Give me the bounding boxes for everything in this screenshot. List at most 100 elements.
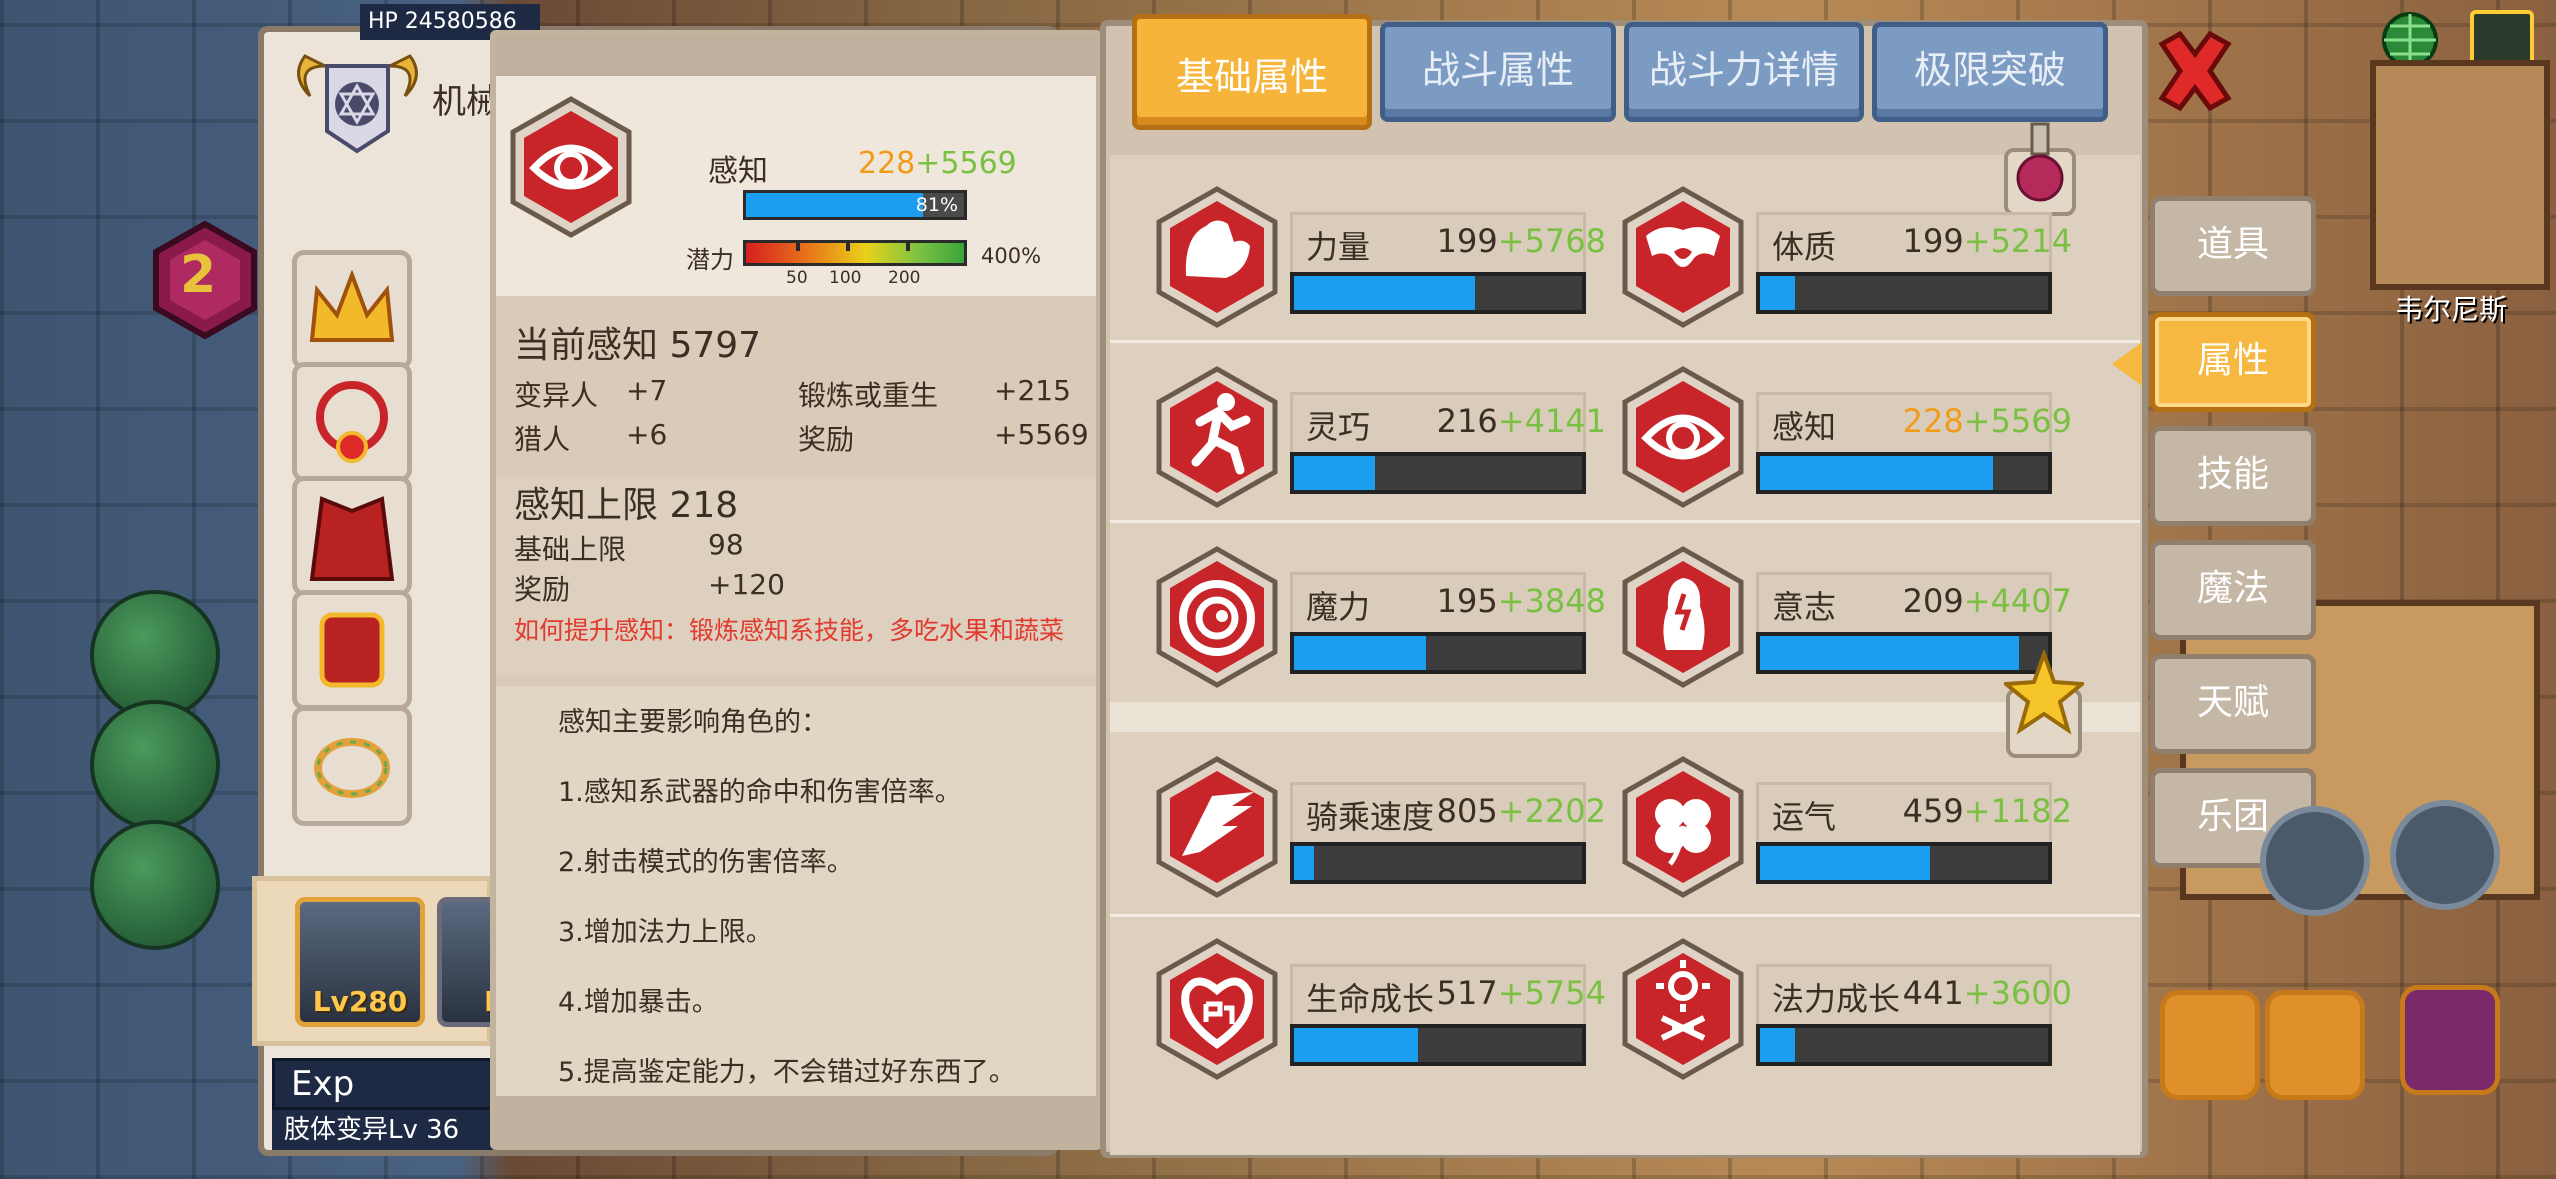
attribute-bar-fill — [1760, 636, 2020, 670]
attribute-value: 228+5569 — [1903, 402, 2072, 440]
hero-portrait[interactable]: Lv280 — [295, 897, 425, 1027]
attribute-value: 199+5214 — [1903, 222, 2072, 260]
attribute-bonus: +3600 — [1963, 974, 2072, 1012]
perception-icon — [510, 96, 632, 238]
chest-icon[interactable] — [2265, 990, 2365, 1100]
attribute-base: 805 — [1436, 792, 1498, 830]
attribute-value: 216+4141 — [1437, 402, 1606, 440]
attribute-bar — [1756, 272, 2052, 314]
will-icon[interactable] — [1622, 546, 1744, 688]
potential-label: 潜力 — [686, 246, 734, 274]
attribute-label: 运气 — [1772, 798, 1837, 836]
equip-slot-ring[interactable] — [292, 706, 412, 826]
attribute-value: 517+5754 — [1437, 974, 1606, 1012]
attribute-bar-fill — [1294, 1028, 1418, 1062]
attribute-bonus: +3848 — [1497, 582, 1606, 620]
chest-icon[interactable] — [2160, 990, 2260, 1100]
star-icon[interactable] — [2004, 650, 2084, 760]
side-menu-magic[interactable]: 魔法 — [2150, 540, 2316, 640]
description-title: 感知主要影响角色的： — [558, 707, 828, 738]
equip-slot-necklace[interactable] — [292, 362, 412, 482]
necklace-icon — [316, 381, 388, 463]
life-growth-icon[interactable] — [1156, 938, 1278, 1080]
level-badge-number: 2 — [180, 245, 217, 305]
current-stat-title: 当前感知 5797 — [514, 325, 762, 366]
attribute-bar — [1290, 272, 1586, 314]
gauntlet-icon — [319, 612, 385, 688]
source-label: 锻炼或重生 — [798, 379, 939, 412]
rank-badge-icon — [297, 54, 418, 154]
constitution-icon[interactable] — [1622, 186, 1744, 328]
attribute-value: 209+4407 — [1903, 582, 2072, 620]
tooltip-stat-name: 感知 — [708, 154, 768, 189]
potion-icon[interactable] — [2004, 120, 2076, 216]
attribute-label: 骑乘速度 — [1306, 798, 1435, 836]
tooltip-progress-fill — [746, 193, 923, 217]
perception-icon[interactable] — [1622, 366, 1744, 508]
attribute-bonus: +5569 — [1963, 402, 2072, 440]
stat-tooltip: 感知 228+5569 81% 潜力 400% 50 100 200 当前感知 … — [490, 30, 1102, 1150]
tab-combat-attributes[interactable]: 战斗属性 — [1380, 22, 1616, 122]
tooltip-progress-bar: 81% — [743, 190, 967, 220]
attribute-bar-fill — [1294, 456, 1375, 490]
row-separator — [1110, 520, 2140, 523]
stat-base: 228 — [858, 146, 916, 181]
potential-tick — [846, 241, 850, 251]
side-menu-pointer — [2112, 342, 2142, 386]
attribute-bar-fill — [1760, 456, 1994, 490]
tree-sprite — [90, 820, 220, 950]
source-value: +6 — [626, 418, 668, 451]
side-menu-skills[interactable]: 技能 — [2150, 426, 2316, 526]
action-button[interactable] — [2260, 806, 2370, 916]
tree-sprite — [90, 700, 220, 830]
riding-icon[interactable] — [1156, 756, 1278, 898]
source-value: +215 — [994, 374, 1071, 407]
attribute-base: 209 — [1902, 582, 1964, 620]
luck-icon[interactable] — [1622, 756, 1744, 898]
source-label: 变异人 — [514, 379, 599, 412]
attribute-base: 441 — [1902, 974, 1964, 1012]
equip-slot-helmet[interactable] — [292, 250, 412, 370]
magic-icon[interactable] — [1156, 546, 1278, 688]
limit-label: 基础上限 — [514, 533, 627, 566]
equip-slot-armor[interactable] — [292, 476, 412, 596]
tab-combat-power-details[interactable]: 战斗力详情 — [1624, 22, 1864, 122]
favorite-star-icon[interactable] — [2390, 800, 2500, 910]
attribute-base: 228 — [1902, 402, 1964, 440]
strength-icon[interactable] — [1156, 186, 1278, 328]
attribute-bar — [1290, 452, 1586, 494]
attribute-label: 生命成长 — [1306, 980, 1435, 1018]
equip-slot-gloves[interactable] — [292, 590, 412, 710]
attribute-bar — [1290, 842, 1586, 884]
attribute-bar — [1756, 1024, 2052, 1066]
tooltip-stat-value: 228+5569 — [858, 146, 1017, 181]
source-label: 奖励 — [798, 423, 855, 456]
side-menu-attributes[interactable]: 属性 — [2150, 312, 2316, 412]
source-value: +5569 — [994, 418, 1089, 451]
row-separator — [1110, 340, 2140, 343]
location-name: 韦尔尼斯 — [2395, 293, 2508, 326]
source-label: 猎人 — [514, 423, 571, 456]
attribute-bar — [1756, 842, 2052, 884]
tab-basic-attributes[interactable]: 基础属性 — [1132, 14, 1372, 130]
attribute-label: 法力成长 — [1772, 980, 1901, 1018]
side-menu-talent[interactable]: 天赋 — [2150, 654, 2316, 754]
potential-tick-label: 50 — [786, 268, 808, 288]
stat-limit-title: 感知上限 218 — [514, 485, 739, 526]
tab-limit-break[interactable]: 极限突破 — [1872, 22, 2108, 122]
attribute-bar — [1290, 632, 1586, 674]
attribute-value: 459+1182 — [1903, 792, 2072, 830]
minimap[interactable] — [2370, 60, 2550, 290]
attribute-bonus: +4141 — [1497, 402, 1606, 440]
agility-icon[interactable] — [1156, 366, 1278, 508]
chest-icon[interactable] — [2400, 985, 2500, 1095]
attribute-bar — [1756, 452, 2052, 494]
side-menu-items[interactable]: 道具 — [2150, 196, 2316, 296]
mana-growth-icon[interactable] — [1622, 938, 1744, 1080]
attribute-bar-fill — [1760, 276, 1795, 310]
description-line: 4.增加暴击。 — [558, 987, 719, 1018]
attribute-label: 力量 — [1306, 228, 1371, 266]
close-icon[interactable] — [2150, 26, 2240, 116]
attribute-bonus: +5754 — [1497, 974, 1606, 1012]
crown-icon — [309, 270, 395, 342]
